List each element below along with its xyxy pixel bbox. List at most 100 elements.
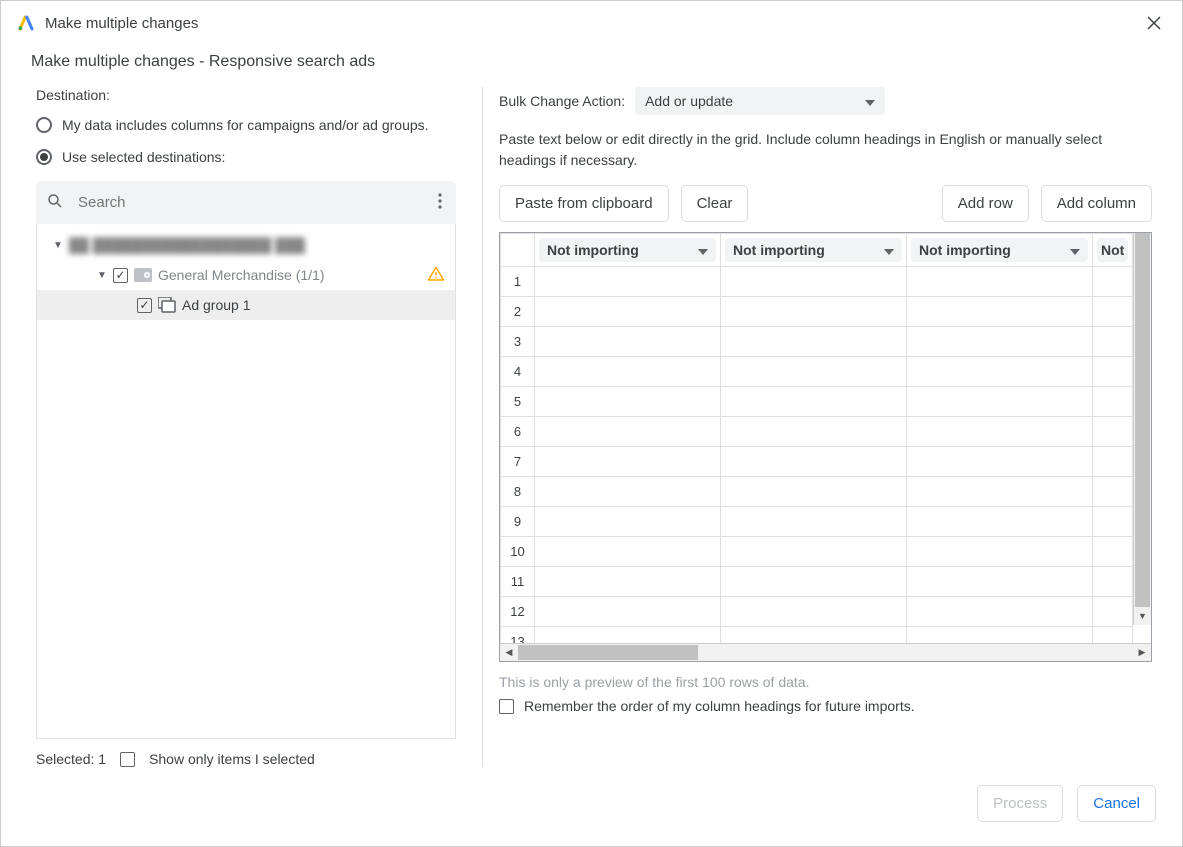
grid-cell[interactable]: [907, 507, 1093, 537]
scroll-right-arrow-icon[interactable]: ▶: [1133, 644, 1151, 661]
radio-use-selected-destinations[interactable]: Use selected destinations:: [36, 149, 456, 165]
grid-cell[interactable]: [535, 567, 721, 597]
grid-cell[interactable]: [721, 537, 907, 567]
bulk-action-select[interactable]: Add or update: [635, 87, 885, 115]
column-heading-select[interactable]: Not importing: [539, 238, 716, 262]
grid-cell[interactable]: [721, 627, 907, 644]
grid-cell[interactable]: [907, 597, 1093, 627]
tree-adgroup-row[interactable]: Ad group 1: [37, 290, 455, 320]
campaign-checkbox[interactable]: [113, 268, 128, 283]
grid-cell[interactable]: [535, 417, 721, 447]
grid-cell[interactable]: [1093, 387, 1133, 417]
search-icon: [46, 192, 64, 213]
scrollbar-thumb[interactable]: [1135, 233, 1150, 613]
grid-help-text: Paste text below or edit directly in the…: [499, 129, 1152, 171]
destination-label: Destination:: [36, 87, 456, 103]
grid-toolbar: Paste from clipboard Clear Add row Add c…: [499, 185, 1152, 222]
grid-cell[interactable]: [907, 447, 1093, 477]
close-button[interactable]: [1142, 11, 1166, 35]
grid-cell[interactable]: [721, 447, 907, 477]
grid-cell[interactable]: [1093, 447, 1133, 477]
column-heading-select[interactable]: Not: [1097, 238, 1128, 262]
remember-order-checkbox[interactable]: [499, 699, 514, 714]
add-column-button[interactable]: Add column: [1041, 185, 1152, 222]
grid-cell[interactable]: [907, 417, 1093, 447]
clear-button[interactable]: Clear: [681, 185, 749, 222]
grid-cell[interactable]: [721, 387, 907, 417]
chevron-down-icon: ▼: [97, 270, 107, 281]
grid-corner: [501, 234, 535, 267]
grid-cell[interactable]: [907, 387, 1093, 417]
grid-cell[interactable]: [535, 267, 721, 297]
grid-cell[interactable]: [907, 537, 1093, 567]
destination-search-input[interactable]: [76, 193, 422, 212]
grid-cell[interactable]: [721, 267, 907, 297]
grid-cell[interactable]: [1093, 417, 1133, 447]
cancel-button[interactable]: Cancel: [1077, 785, 1156, 822]
grid-cell[interactable]: [721, 477, 907, 507]
grid-row-number: 9: [501, 507, 535, 537]
radio-icon: [36, 149, 52, 165]
grid-cell[interactable]: [721, 357, 907, 387]
grid-cell[interactable]: [907, 327, 1093, 357]
grid-cell[interactable]: [1093, 357, 1133, 387]
scrollbar-thumb[interactable]: [518, 645, 698, 660]
radio-data-includes-columns[interactable]: My data includes columns for campaigns a…: [36, 117, 456, 133]
grid-row-number: 5: [501, 387, 535, 417]
search-menu-button[interactable]: [434, 189, 446, 216]
grid-horizontal-scrollbar[interactable]: ◀ ▶: [500, 643, 1151, 661]
grid-cell[interactable]: [535, 387, 721, 417]
dialog-footer: Process Cancel: [1, 767, 1182, 846]
column-heading-select[interactable]: Not importing: [725, 238, 902, 262]
show-only-selected-checkbox[interactable]: [120, 752, 135, 767]
grid-cell[interactable]: [721, 507, 907, 537]
add-row-button[interactable]: Add row: [942, 185, 1029, 222]
destination-tree: ▼ ██ ██████████████████ ███ ▼ General Me…: [36, 224, 456, 739]
grid-col-header: Not: [1093, 234, 1133, 267]
grid-cell[interactable]: [907, 297, 1093, 327]
grid-cell[interactable]: [535, 537, 721, 567]
grid-row-number: 6: [501, 417, 535, 447]
grid-cell[interactable]: [907, 567, 1093, 597]
grid-cell[interactable]: [1093, 267, 1133, 297]
grid-cell[interactable]: [1093, 597, 1133, 627]
column-heading-value: Not importing: [919, 242, 1011, 258]
grid-cell[interactable]: [907, 477, 1093, 507]
grid-cell[interactable]: [1093, 297, 1133, 327]
grid-cell[interactable]: [721, 327, 907, 357]
grid-cell[interactable]: [1093, 507, 1133, 537]
adgroup-checkbox[interactable]: [137, 298, 152, 313]
grid-cell[interactable]: [535, 357, 721, 387]
grid-cell[interactable]: [1093, 567, 1133, 597]
column-heading-select[interactable]: Not importing: [911, 238, 1088, 262]
paste-from-clipboard-button[interactable]: Paste from clipboard: [499, 185, 669, 222]
grid-cell[interactable]: [535, 627, 721, 644]
grid-cell[interactable]: [1093, 627, 1133, 644]
grid-vertical-scrollbar[interactable]: ▼: [1133, 233, 1151, 625]
grid-cell[interactable]: [1093, 327, 1133, 357]
tree-account-label: ██ ██████████████████ ███: [69, 237, 305, 253]
grid-cell[interactable]: [721, 567, 907, 597]
scroll-left-arrow-icon[interactable]: ◀: [500, 644, 518, 661]
grid-cell[interactable]: [535, 597, 721, 627]
tree-account-row[interactable]: ▼ ██ ██████████████████ ███: [37, 230, 455, 260]
grid-cell[interactable]: [535, 447, 721, 477]
grid-cell[interactable]: [721, 417, 907, 447]
grid-cell[interactable]: [907, 627, 1093, 644]
grid-cell[interactable]: [535, 477, 721, 507]
bulk-action-row: Bulk Change Action: Add or update: [499, 87, 1152, 115]
grid-cell[interactable]: [1093, 537, 1133, 567]
grid-cell[interactable]: [1093, 477, 1133, 507]
data-grid-viewport[interactable]: Not importing Not importing: [500, 233, 1151, 643]
grid-cell[interactable]: [535, 507, 721, 537]
scroll-down-arrow-icon[interactable]: ▼: [1134, 607, 1151, 625]
tree-campaign-row[interactable]: ▼ General Merchandise (1/1): [37, 260, 455, 290]
chevron-down-icon: [698, 242, 708, 258]
grid-cell[interactable]: [907, 267, 1093, 297]
grid-cell[interactable]: [721, 597, 907, 627]
grid-cell[interactable]: [907, 357, 1093, 387]
grid-cell[interactable]: [535, 327, 721, 357]
grid-cell[interactable]: [535, 297, 721, 327]
process-button[interactable]: Process: [977, 785, 1063, 822]
grid-cell[interactable]: [721, 297, 907, 327]
